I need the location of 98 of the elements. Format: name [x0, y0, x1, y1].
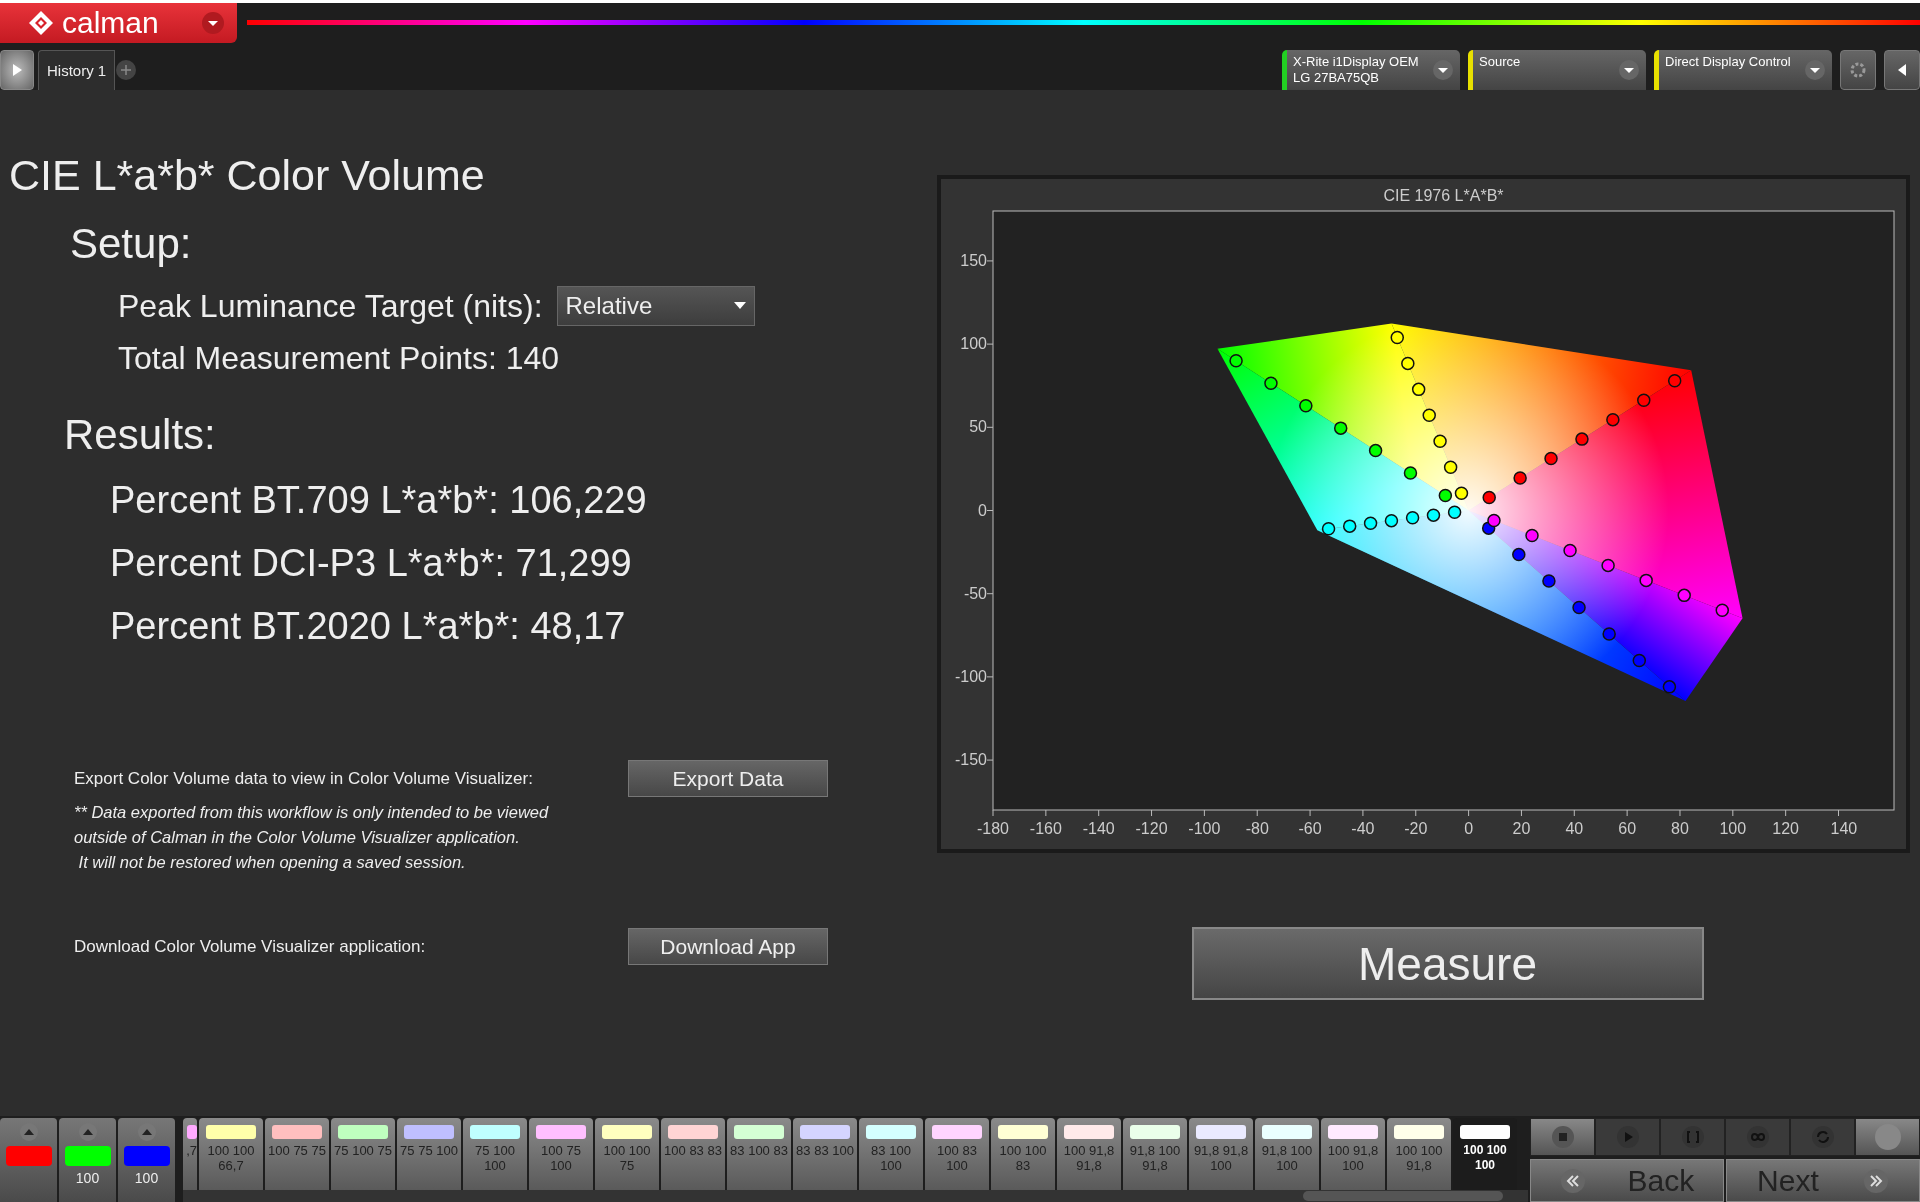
section-heading: Setup:: [70, 220, 192, 268]
patch-button[interactable]: 100 83 100: [925, 1118, 989, 1190]
y-tick-label: -50: [963, 584, 987, 602]
patch-button[interactable]: 75 100 75: [331, 1118, 395, 1190]
color-swatch[interactable]: [64, 1146, 111, 1166]
dropdown-icon: [1804, 59, 1826, 81]
field-label: Peak Luminance Target (nits):: [118, 287, 543, 325]
channel-value: 100: [75, 1170, 100, 1186]
app-logo[interactable]: calman: [0, 3, 237, 43]
dropdown-icon[interactable]: [201, 11, 225, 35]
patch-button[interactable]: 100 100 66,7: [199, 1118, 263, 1190]
play-icon: [1615, 1125, 1640, 1149]
gear-icon: [1848, 60, 1868, 80]
y-tick-label: 0: [978, 501, 987, 519]
result-value: Percent BT.2020 L*a*b*: 48,17: [110, 605, 626, 648]
x-tick-label: -20: [1404, 820, 1428, 837]
collapse-button[interactable]: [1884, 50, 1920, 90]
patch-button[interactable]: 91,8 91,8 100: [1189, 1118, 1253, 1190]
circle-icon: [1873, 1123, 1902, 1151]
patch-button[interactable]: 83 100 83: [727, 1118, 791, 1190]
color-swatch[interactable]: [123, 1146, 170, 1166]
infinity-icon: [1745, 1125, 1770, 1149]
x-tick-label: 0: [1464, 820, 1474, 837]
note-text: outside of Calman in the Color Volume Visualizer application.: [74, 828, 521, 847]
play-button[interactable]: [0, 50, 34, 90]
export-button[interactable]: Export Data: [628, 760, 828, 797]
y-tick-label: 50: [969, 418, 987, 436]
export-label: Export Color Volume data to view in Color Volume Visualizer:: [74, 768, 534, 789]
patch-button[interactable]: 83 83 100: [793, 1118, 857, 1190]
color-swatch[interactable]: [5, 1146, 52, 1166]
chart-title: CIE 1976 L*A*B*: [1383, 187, 1504, 204]
y-tick-label: -100: [954, 667, 987, 685]
horizontal-scrollbar[interactable]: [183, 1190, 1528, 1202]
patch-button[interactable]: 100 83 83: [661, 1118, 725, 1190]
patch-button[interactable]: 100 100 75: [595, 1118, 659, 1190]
dropdown-icon: [1618, 59, 1640, 81]
patch-button[interactable]: 75 100 100: [463, 1118, 527, 1190]
y-tick-label: 100: [960, 335, 987, 353]
next-button[interactable]: Next: [1726, 1159, 1920, 1202]
x-tick-label: -160: [1029, 820, 1062, 837]
x-tick-label: 100: [1719, 820, 1747, 837]
x-tick-label: 120: [1772, 820, 1799, 837]
caret-icon: [733, 302, 746, 310]
history-tab[interactable]: History 1: [38, 50, 116, 90]
settings-button[interactable]: [1840, 50, 1876, 90]
x-tick-label: -140: [1082, 820, 1115, 837]
download-label: Download Color Volume Visualizer application:: [74, 936, 427, 957]
patch-button[interactable]: 100 75 75: [265, 1118, 329, 1190]
device-selector[interactable]: Source: [1468, 50, 1646, 90]
brackets-icon: [1680, 1125, 1705, 1149]
note-text: ** Data exported from this workflow is only intended to be viewed: [74, 803, 549, 822]
double-right-icon: [1862, 1167, 1889, 1194]
stop-button[interactable]: [1530, 1118, 1595, 1156]
patch-button[interactable]: 75 75 100: [397, 1118, 461, 1190]
stop-icon: [1550, 1125, 1575, 1149]
device-selector[interactable]: X-Rite i1Display OEM LG 27BA75QB: [1282, 50, 1460, 90]
patch-button[interactable]: 100 100 83: [991, 1118, 1055, 1190]
result-value: Percent BT.709 L*a*b*: 106,229: [110, 479, 647, 522]
add-tab-icon[interactable]: [115, 59, 138, 81]
patch-button[interactable]: 100 75 100: [529, 1118, 593, 1190]
x-tick-label: -180: [977, 820, 1009, 837]
patch-button[interactable]: 83 100 100: [859, 1118, 923, 1190]
x-tick-label: -60: [1298, 820, 1322, 837]
patch-button[interactable]: 100 91,8 91,8: [1057, 1118, 1121, 1190]
x-tick-label: -120: [1135, 820, 1168, 837]
device-selector[interactable]: Direct Display Control: [1654, 50, 1832, 90]
refresh-icon: [1810, 1125, 1835, 1149]
y-tick-label: 150: [960, 251, 987, 269]
patch-button[interactable]: 100 100 91,8: [1387, 1118, 1451, 1190]
luminance-dropdown[interactable]: Relative: [556, 286, 755, 326]
round-button[interactable]: [1855, 1118, 1920, 1156]
diamond-logo-icon: [28, 10, 54, 36]
channel-value: 100: [134, 1170, 159, 1186]
play-icon: [10, 62, 24, 78]
measure-button[interactable]: Measure: [1191, 927, 1704, 1000]
x-tick-label: 140: [1830, 820, 1858, 837]
patch-button[interactable]: 91,8 100 100: [1255, 1118, 1319, 1190]
back-button[interactable]: Back: [1530, 1159, 1724, 1202]
logo-text: calman: [62, 8, 160, 38]
x-tick-label: -40: [1351, 820, 1375, 837]
y-tick-label: -150: [954, 751, 987, 769]
x-tick-label: -80: [1245, 820, 1269, 837]
x-tick-label: 80: [1671, 820, 1689, 837]
measurement-count: Total Measurement Points: 140: [118, 340, 560, 377]
x-tick-label: 40: [1565, 820, 1584, 837]
x-tick-label: -100: [1188, 820, 1221, 837]
section-heading: Results:: [64, 411, 216, 459]
dropdown-icon: [1432, 59, 1454, 81]
x-tick-label: 60: [1618, 820, 1637, 837]
download-button[interactable]: Download App: [628, 928, 828, 965]
patch-button[interactable]: 91,8 100 91,8: [1123, 1118, 1187, 1190]
result-value: Percent DCI-P3 L*a*b*: 71,299: [110, 542, 632, 585]
patch-button[interactable]: ,7: [183, 1118, 197, 1190]
page-title: CIE L*a*b* Color Volume: [9, 151, 485, 200]
x-tick-label: 20: [1512, 820, 1531, 837]
note-text: It will not be restored when opening a saved session.: [77, 853, 467, 872]
patch-button[interactable]: 100 91,8 100: [1321, 1118, 1385, 1190]
double-left-icon: [1559, 1167, 1586, 1194]
